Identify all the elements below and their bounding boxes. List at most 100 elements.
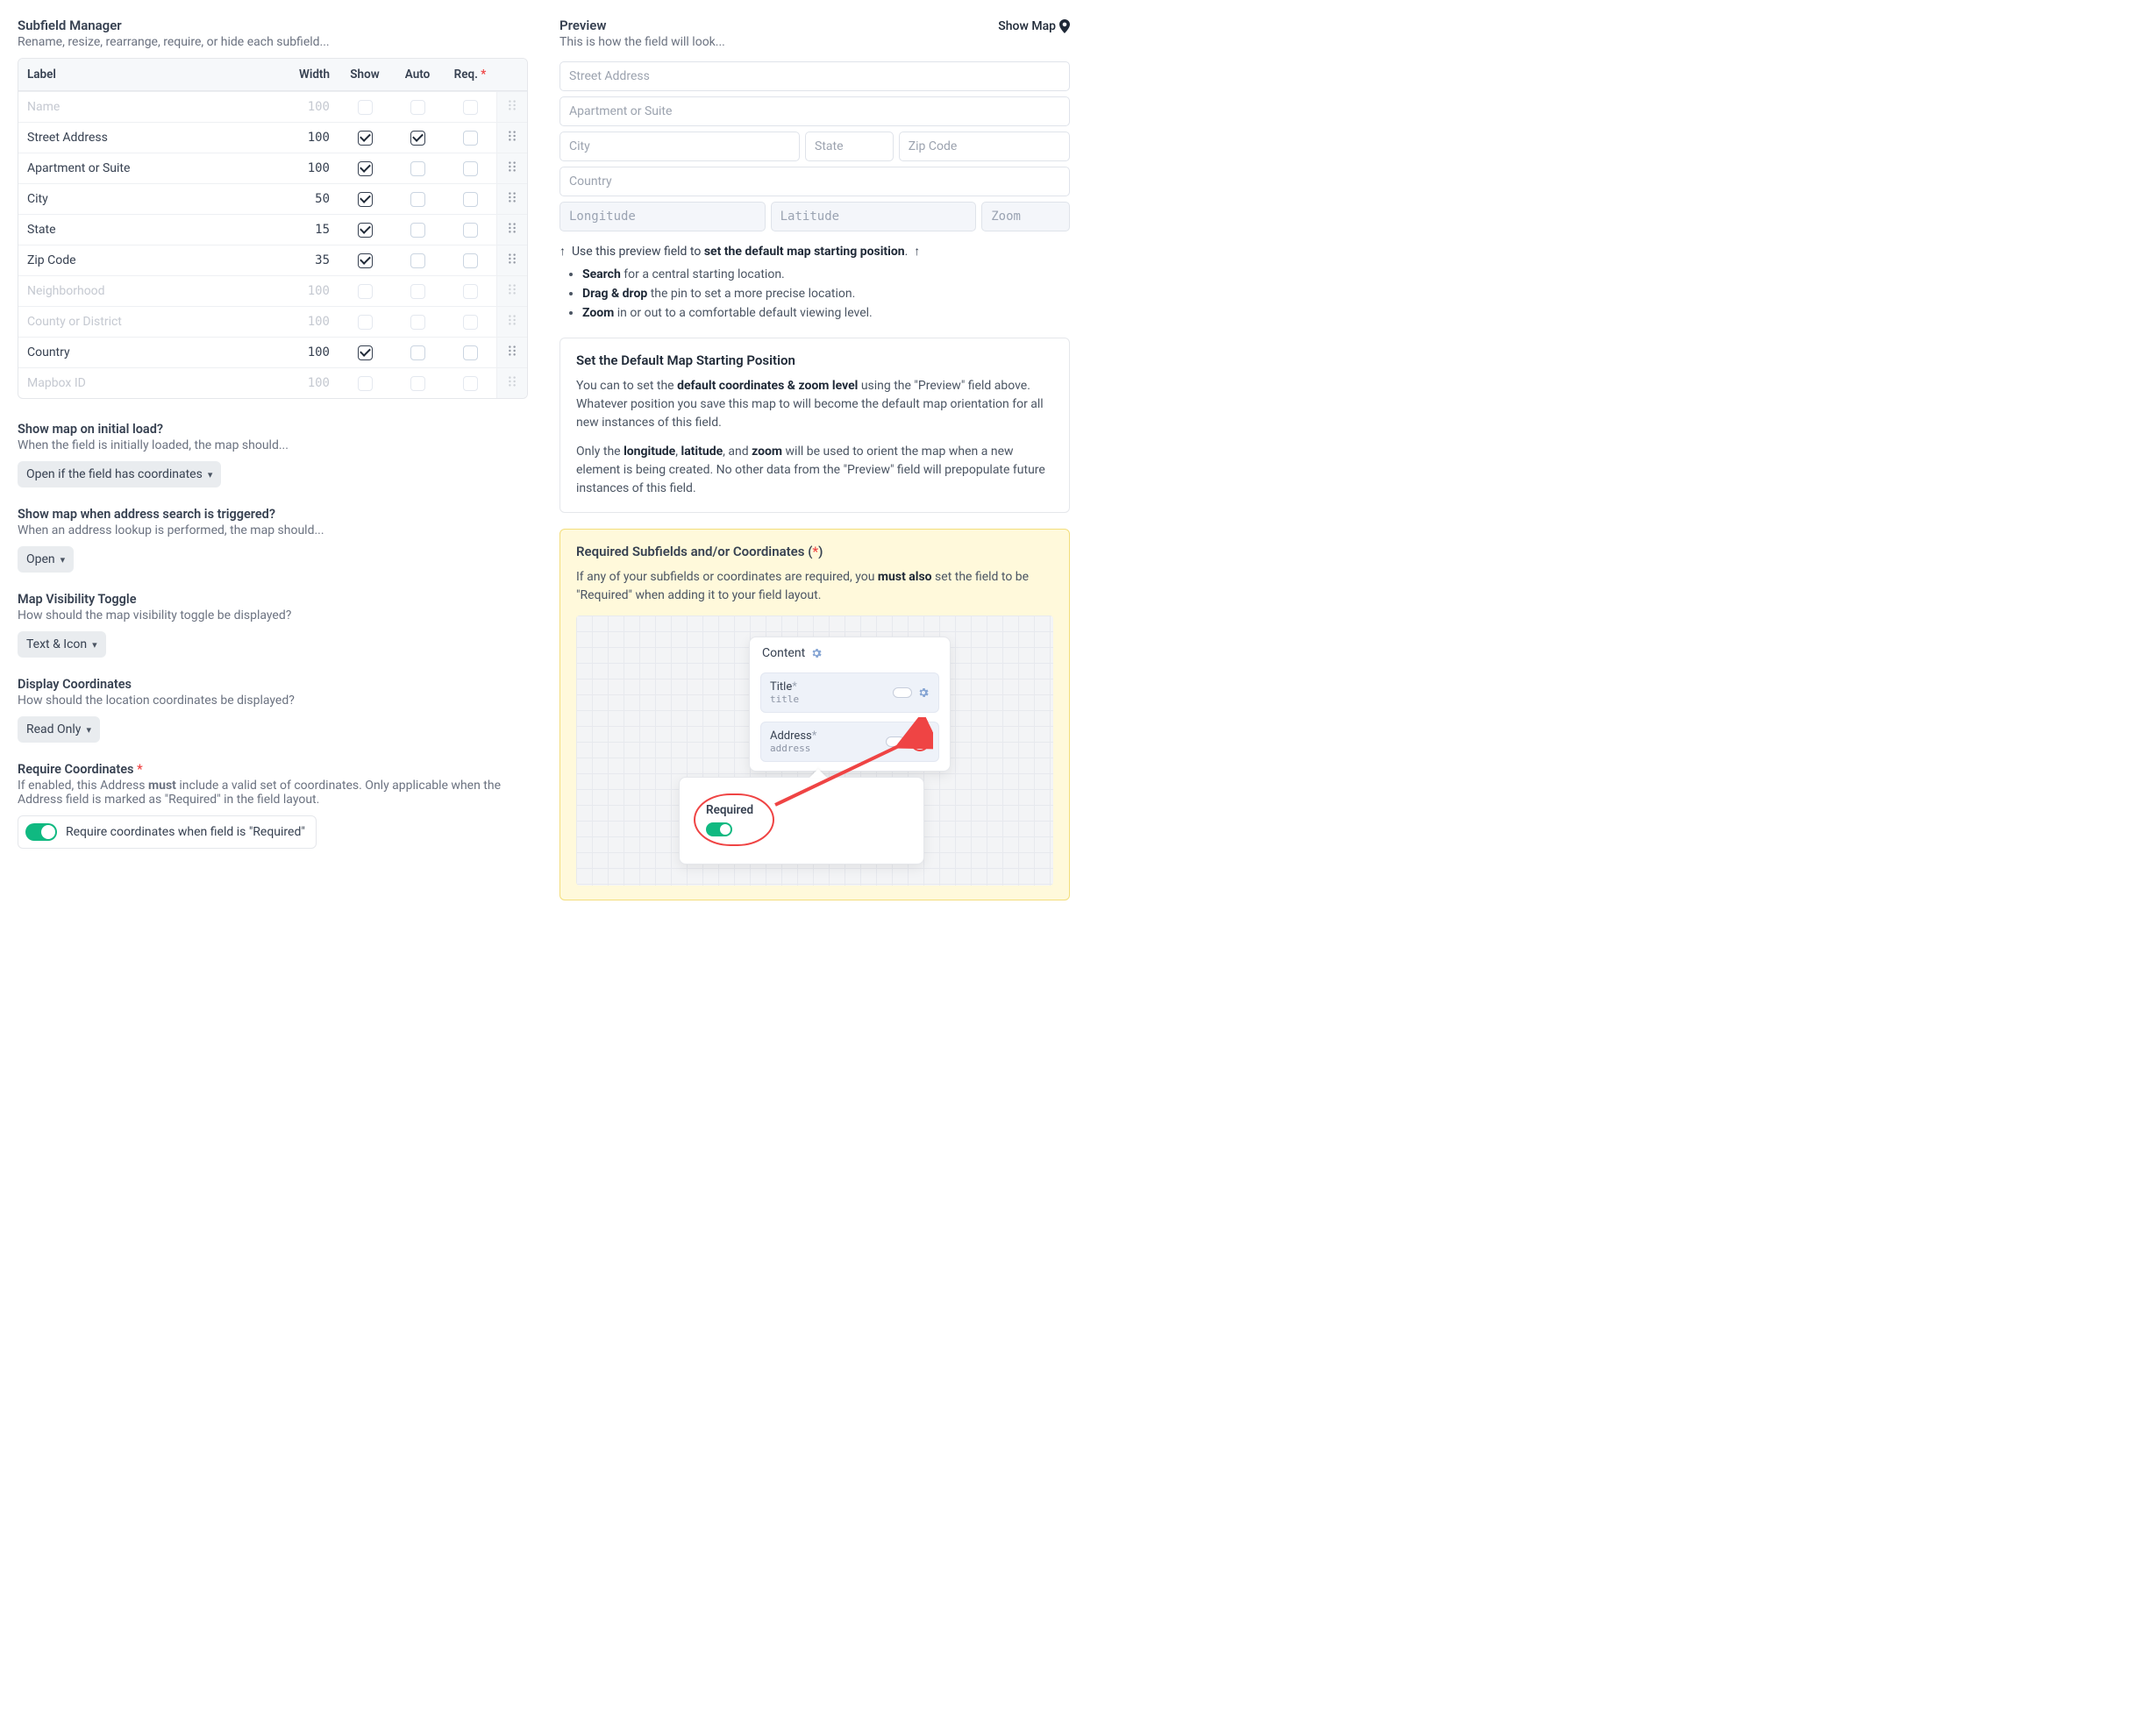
row-width[interactable]: 100 — [286, 153, 339, 183]
drag-handle[interactable] — [496, 275, 527, 306]
setting-req-coords-sub: If enabled, this Address must include a … — [18, 779, 528, 807]
checkbox-auto[interactable] — [410, 100, 425, 115]
checkbox-auto[interactable] — [410, 161, 425, 176]
checkbox-show[interactable] — [358, 223, 373, 238]
row-label[interactable]: Mapbox ID — [18, 367, 286, 398]
select-initial-load[interactable]: Open if the field has coordinates▾ — [18, 461, 221, 487]
checkbox-auto[interactable] — [410, 345, 425, 360]
row-width[interactable]: 100 — [286, 91, 339, 122]
row-width[interactable]: 100 — [286, 122, 339, 153]
select-search-trigger[interactable]: Open▾ — [18, 546, 74, 573]
preview-lat-input: Latitude — [771, 202, 977, 231]
checkbox-req[interactable] — [463, 253, 478, 268]
row-label[interactable]: Apartment or Suite — [18, 153, 286, 183]
setting-display-coords-sub: How should the location coordinates be d… — [18, 694, 528, 708]
switch-on-icon — [706, 822, 732, 836]
row-width[interactable]: 100 — [286, 367, 339, 398]
row-label[interactable]: State — [18, 214, 286, 245]
checkbox-show[interactable] — [358, 284, 373, 299]
list-item: Zoom in or out to a comfortable default … — [582, 306, 1070, 320]
checkbox-auto[interactable] — [410, 192, 425, 207]
checkbox-show[interactable] — [358, 192, 373, 207]
map-pin-icon — [1059, 19, 1070, 33]
col-req: Req. * — [444, 59, 496, 91]
setting-search-trigger-title: Show map when address search is triggere… — [18, 507, 528, 522]
subfield-table: Label Width Show Auto Req. * Name100Stre… — [18, 58, 528, 399]
subfield-title: Subfield Manager — [18, 18, 528, 33]
gear-circled-icon — [910, 732, 930, 751]
setting-vis-toggle-title: Map Visibility Toggle — [18, 592, 528, 607]
drag-handle[interactable] — [496, 183, 527, 214]
checkbox-show[interactable] — [358, 131, 373, 146]
preview-apt-input[interactable]: Apartment or Suite — [559, 96, 1070, 126]
table-row: Country100 — [18, 337, 527, 367]
row-width[interactable]: 15 — [286, 214, 339, 245]
preview-title: Preview — [559, 18, 725, 33]
checkbox-show[interactable] — [358, 315, 373, 330]
drag-handle[interactable] — [496, 367, 527, 398]
checkbox-req[interactable] — [463, 284, 478, 299]
checkbox-show[interactable] — [358, 100, 373, 115]
chevron-down-icon: ▾ — [61, 554, 66, 566]
checkbox-show[interactable] — [358, 376, 373, 391]
row-label[interactable]: Name — [18, 91, 286, 122]
checkbox-show[interactable] — [358, 253, 373, 268]
row-label[interactable]: County or District — [18, 306, 286, 337]
checkbox-auto[interactable] — [410, 315, 425, 330]
checkbox-show[interactable] — [358, 345, 373, 360]
checkbox-req[interactable] — [463, 161, 478, 176]
row-width[interactable]: 35 — [286, 245, 339, 275]
drag-handle[interactable] — [496, 337, 527, 367]
checkbox-req[interactable] — [463, 345, 478, 360]
hint-line: ↑ Use this preview field to set the defa… — [559, 244, 1070, 259]
preview-state-input[interactable]: State — [805, 132, 894, 161]
row-label[interactable]: Zip Code — [18, 245, 286, 275]
preview-city-input[interactable]: City — [559, 132, 800, 161]
checkbox-req[interactable] — [463, 223, 478, 238]
preview-zoom-input: Zoom — [981, 202, 1070, 231]
required-illustration: Content Title* title — [576, 615, 1053, 886]
drag-handle[interactable] — [496, 153, 527, 183]
row-width[interactable]: 100 — [286, 306, 339, 337]
select-display-coords[interactable]: Read Only▾ — [18, 716, 100, 743]
table-row: State15 — [18, 214, 527, 245]
checkbox-show[interactable] — [358, 161, 373, 176]
toggle-require-coords[interactable]: Require coordinates when field is "Requi… — [18, 815, 317, 849]
checkbox-auto[interactable] — [410, 223, 425, 238]
select-vis-toggle[interactable]: Text & Icon▾ — [18, 631, 106, 658]
checkbox-req[interactable] — [463, 131, 478, 146]
row-label[interactable]: Street Address — [18, 122, 286, 153]
checkbox-auto[interactable] — [410, 131, 425, 146]
col-show: Show — [339, 59, 391, 91]
arrow-up-icon: ↑ — [559, 245, 566, 259]
drag-handle[interactable] — [496, 214, 527, 245]
checkbox-auto[interactable] — [410, 284, 425, 299]
table-row: Name100 — [18, 91, 527, 122]
row-width[interactable]: 100 — [286, 275, 339, 306]
row-width[interactable]: 50 — [286, 183, 339, 214]
preview-zip-input[interactable]: Zip Code — [899, 132, 1070, 161]
checkbox-req[interactable] — [463, 376, 478, 391]
row-label[interactable]: Neighborhood — [18, 275, 286, 306]
row-width[interactable]: 100 — [286, 337, 339, 367]
drag-handle[interactable] — [496, 122, 527, 153]
col-label: Label — [18, 59, 286, 91]
drag-handle[interactable] — [496, 306, 527, 337]
col-width: Width — [286, 59, 339, 91]
drag-handle[interactable] — [496, 245, 527, 275]
table-row: City50 — [18, 183, 527, 214]
show-map-toggle[interactable]: Show Map — [998, 19, 1070, 33]
checkbox-req[interactable] — [463, 315, 478, 330]
preview-street-input[interactable]: Street Address — [559, 61, 1070, 91]
table-row: Zip Code35 — [18, 245, 527, 275]
checkbox-req[interactable] — [463, 100, 478, 115]
drag-handle[interactable] — [496, 91, 527, 122]
preview-country-input[interactable]: Country — [559, 167, 1070, 196]
gear-icon — [810, 647, 823, 659]
row-label[interactable]: Country — [18, 337, 286, 367]
checkbox-auto[interactable] — [410, 376, 425, 391]
row-label[interactable]: City — [18, 183, 286, 214]
table-row: County or District100 — [18, 306, 527, 337]
checkbox-req[interactable] — [463, 192, 478, 207]
checkbox-auto[interactable] — [410, 253, 425, 268]
